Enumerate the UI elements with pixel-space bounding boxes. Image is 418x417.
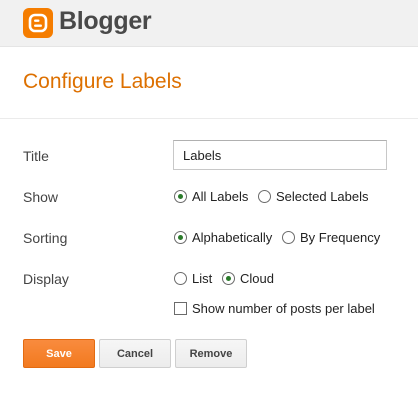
selected-labels-text: Selected Labels xyxy=(276,189,369,204)
sort-by-frequency-option[interactable]: By Frequency xyxy=(282,230,380,245)
title-input[interactable] xyxy=(173,140,387,170)
blogger-logo-icon[interactable] xyxy=(23,8,53,38)
radio-alphabetically[interactable] xyxy=(174,231,187,244)
top-bar: Blogger xyxy=(0,0,418,47)
radio-cloud[interactable] xyxy=(222,272,235,285)
sort-alphabetically-option[interactable]: Alphabetically xyxy=(174,230,272,245)
brand-name[interactable]: Blogger xyxy=(59,7,152,36)
show-post-count-option[interactable]: Show number of posts per label xyxy=(174,301,375,316)
show-all-labels-option[interactable]: All Labels xyxy=(174,189,248,204)
display-list-option[interactable]: List xyxy=(174,271,212,286)
show-label: Show xyxy=(23,189,59,205)
all-labels-text: All Labels xyxy=(192,189,249,204)
remove-button[interactable]: Remove xyxy=(175,339,247,368)
save-button[interactable]: Save xyxy=(23,339,95,368)
by-frequency-text: By Frequency xyxy=(300,230,381,245)
title-label: Title xyxy=(23,148,49,164)
radio-selected-labels[interactable] xyxy=(258,190,271,203)
list-text: List xyxy=(192,271,213,286)
show-selected-labels-option[interactable]: Selected Labels xyxy=(258,189,369,204)
post-count-checkbox[interactable] xyxy=(174,302,187,315)
cloud-text: Cloud xyxy=(240,271,274,286)
post-count-text: Show number of posts per label xyxy=(192,301,375,316)
cancel-button[interactable]: Cancel xyxy=(99,339,171,368)
display-label: Display xyxy=(23,271,69,287)
radio-list[interactable] xyxy=(174,272,187,285)
alphabetically-text: Alphabetically xyxy=(192,230,273,245)
divider xyxy=(0,118,418,119)
display-cloud-option[interactable]: Cloud xyxy=(222,271,274,286)
page-title: Configure Labels xyxy=(23,70,182,93)
sorting-label: Sorting xyxy=(23,230,68,246)
radio-by-frequency[interactable] xyxy=(282,231,295,244)
radio-all-labels[interactable] xyxy=(174,190,187,203)
